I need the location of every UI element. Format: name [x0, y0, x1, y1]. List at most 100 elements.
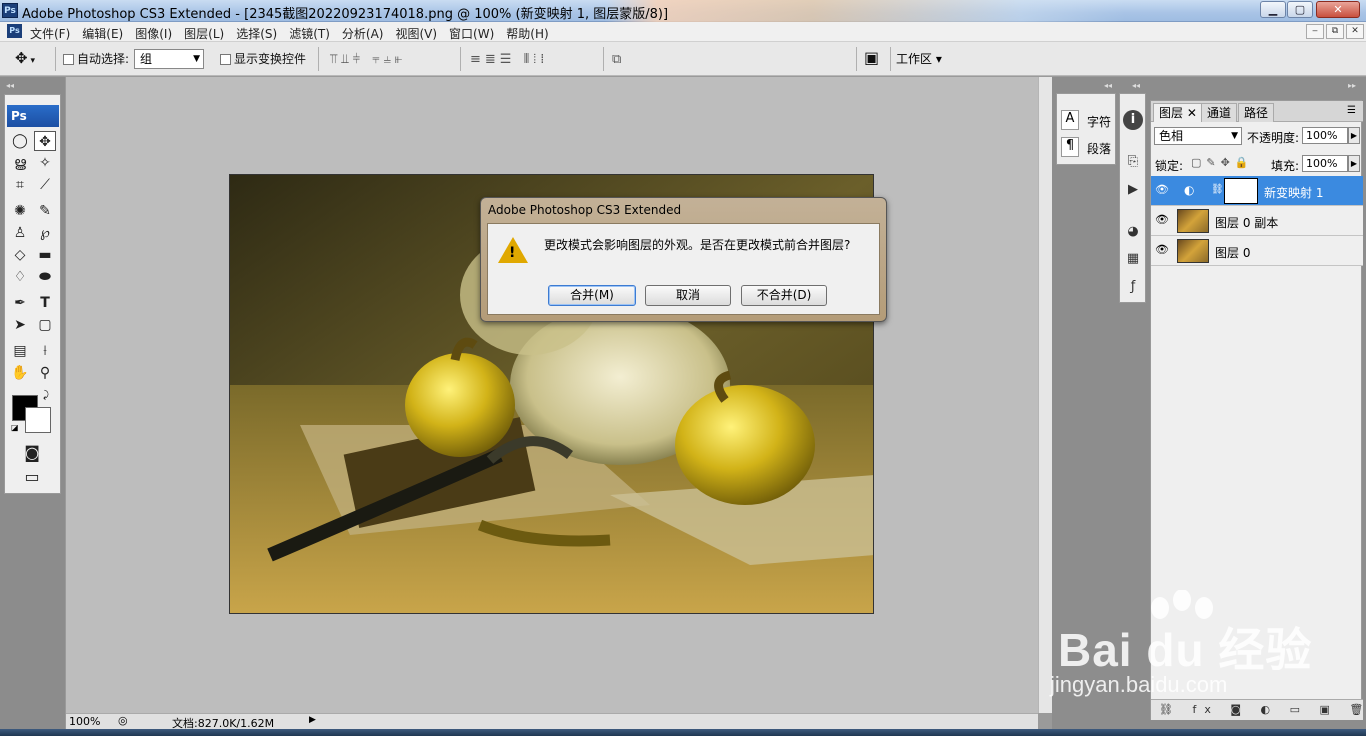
cancel-button[interactable]: 取消 [645, 285, 731, 306]
menu-help[interactable]: 帮助(H) [506, 25, 548, 42]
info-icon[interactable]: i [1123, 110, 1143, 130]
collapse-arrows-icon[interactable]: ◂◂ [1104, 81, 1112, 90]
fill-input[interactable]: 100% [1302, 155, 1348, 172]
menu-view[interactable]: 视图(V) [395, 25, 437, 42]
move-tool-icon[interactable]: ✥ [34, 131, 56, 151]
gradient-tool-icon[interactable]: ▬ [34, 245, 56, 265]
collapse-arrows-icon[interactable]: ◂◂ [6, 81, 14, 90]
swatches-icon[interactable]: ▦ [1123, 249, 1143, 269]
history-icon[interactable]: ⎘ [1123, 152, 1143, 172]
paragraph-label[interactable]: 段落 [1087, 140, 1111, 157]
doc-close-button[interactable]: ✕ [1346, 24, 1364, 39]
opacity-input[interactable]: 100% [1302, 127, 1348, 144]
blur-tool-icon[interactable]: ♢ [9, 267, 31, 287]
layer-mask-thumbnail[interactable] [1225, 179, 1257, 203]
brush-tool-icon[interactable]: ✎ [34, 201, 56, 221]
auto-align-icon[interactable]: ⧉ [612, 52, 625, 67]
show-transform-checkbox[interactable] [220, 54, 231, 65]
quick-mask-icon[interactable]: ◙ [21, 443, 43, 463]
window-title: Adobe Photoshop CS3 Extended - [2345截图20… [22, 7, 669, 22]
auto-select-dropdown[interactable]: 组 ▼ [134, 49, 204, 69]
move-tool-icon[interactable]: ✥ ▾ [15, 49, 35, 67]
menu-filter[interactable]: 滤镜(T) [289, 25, 330, 42]
menu-select[interactable]: 选择(S) [236, 25, 277, 42]
healing-brush-icon[interactable]: ✺ [9, 201, 31, 221]
paragraph-icon[interactable]: ¶ [1061, 137, 1079, 157]
close-icon[interactable]: ✕ [1187, 106, 1197, 120]
styles-icon[interactable]: ƒ [1123, 277, 1143, 297]
shape-tool-icon[interactable]: ▢ [34, 315, 56, 335]
notes-tool-icon[interactable]: ▤ [9, 341, 31, 361]
tab-layers[interactable]: 图层 ✕ [1153, 103, 1203, 122]
workspace-button[interactable]: 工作区 ▾ [896, 50, 942, 67]
clone-stamp-icon[interactable]: ♙ [9, 223, 31, 243]
close-button[interactable]: ✕ [1316, 1, 1360, 18]
character-icon[interactable]: A [1061, 110, 1079, 130]
maximize-button[interactable]: ▢ [1287, 1, 1313, 18]
distribute-icons-group[interactable]: ≡≣☰ ⦀⦙⁞ [470, 52, 548, 67]
layer-row[interactable]: 👁 图层 0 副本 [1151, 206, 1363, 236]
collapse-arrows-icon[interactable]: ◂◂ [1132, 81, 1140, 90]
background-color-swatch[interactable] [25, 407, 51, 433]
zoom-tool-icon[interactable]: ⚲ [34, 363, 56, 383]
eraser-tool-icon[interactable]: ◇ [9, 245, 31, 265]
auto-select-checkbox[interactable] [63, 54, 74, 65]
menu-window[interactable]: 窗口(W) [449, 25, 494, 42]
tab-channels[interactable]: 通道 [1201, 103, 1238, 122]
crop-tool-icon[interactable]: ⌗ [9, 175, 31, 195]
hand-tool-icon[interactable]: ✋ [9, 363, 31, 383]
chain-link-icon[interactable]: ⛓ [1211, 184, 1224, 195]
panel-icon-column: i ⎘ ▶ ◕ ▦ ƒ [1119, 93, 1146, 303]
character-label[interactable]: 字符 [1087, 113, 1111, 130]
menu-image[interactable]: 图像(I) [135, 25, 172, 42]
panel-menu-icon[interactable]: ☰ [1347, 105, 1356, 116]
opacity-arrow-icon[interactable]: ▶ [1348, 127, 1360, 144]
screen-mode-icon[interactable]: ▭ [21, 467, 43, 487]
color-palette-icon[interactable]: ◕ [1123, 222, 1143, 242]
magic-wand-icon[interactable]: ✧ [34, 153, 56, 173]
menu-file[interactable]: 文件(F) [30, 25, 70, 42]
merge-button[interactable]: 合并(M) [548, 285, 636, 306]
minimize-button[interactable]: ▁ [1260, 1, 1286, 18]
tab-paths[interactable]: 路径 [1238, 103, 1275, 122]
menu-edit[interactable]: 编辑(E) [82, 25, 123, 42]
fill-arrow-icon[interactable]: ▶ [1348, 155, 1360, 172]
lock-icons[interactable]: ▢✎✥🔒 [1191, 156, 1254, 169]
doc-restore-button[interactable]: ⧉ [1326, 24, 1344, 39]
zoom-level[interactable]: 100% [69, 715, 100, 728]
menu-app-icon[interactable]: Ps [7, 24, 22, 38]
history-brush-icon[interactable]: ℘ [34, 223, 56, 243]
type-tool-icon[interactable]: T [34, 293, 56, 313]
layer-row[interactable]: 👁 ◐ ⛓ 新变映射 1 [1151, 176, 1363, 206]
separator [856, 47, 857, 71]
expand-arrows-icon[interactable]: ▸▸ [1348, 81, 1356, 90]
actions-icon[interactable]: ▶ [1123, 180, 1143, 200]
menu-analysis[interactable]: 分析(A) [342, 25, 384, 42]
marquee-tool-icon[interactable]: ◯ [9, 131, 31, 151]
status-menu-arrow[interactable]: ▶ [309, 715, 316, 725]
pen-tool-icon[interactable]: ✒ [9, 293, 31, 313]
path-select-icon[interactable]: ➤ [9, 315, 31, 335]
eyedropper-icon[interactable]: ⟊ [34, 341, 56, 361]
dont-merge-button[interactable]: 不合并(D) [741, 285, 827, 306]
dodge-tool-icon[interactable]: ⬬ [34, 267, 56, 287]
auto-select-option[interactable]: 自动选择: [63, 50, 129, 67]
align-icons-group[interactable]: ⫪⫫⫩ ⫧⫨⫦ [330, 52, 406, 67]
lasso-tool-icon[interactable]: ൠ [9, 153, 31, 173]
layer-row[interactable]: 👁 图层 0 [1151, 236, 1363, 266]
eye-icon[interactable]: 👁 [1155, 213, 1169, 227]
default-colors-icon[interactable]: ◪ [11, 423, 19, 432]
zoom-preview-icon[interactable]: ◎ [118, 714, 128, 727]
menu-layer[interactable]: 图层(L) [184, 25, 224, 42]
eye-icon[interactable]: 👁 [1155, 243, 1169, 257]
show-transform-option[interactable]: 显示变换控件 [220, 50, 306, 67]
chevron-down-icon: ▼ [1231, 131, 1238, 141]
eye-icon[interactable]: 👁 [1155, 183, 1169, 197]
title-decoration [605, 0, 1125, 22]
slice-tool-icon[interactable]: ⟋ [34, 175, 56, 195]
blend-mode-dropdown[interactable]: 色相 ▼ [1154, 127, 1242, 145]
bridge-icon[interactable]: ▣ [864, 48, 879, 67]
dialog-title: Adobe Photoshop CS3 Extended [488, 203, 682, 217]
doc-minimize-button[interactable]: ‒ [1306, 24, 1324, 39]
swap-colors-icon[interactable]: ⤸ [43, 390, 49, 401]
